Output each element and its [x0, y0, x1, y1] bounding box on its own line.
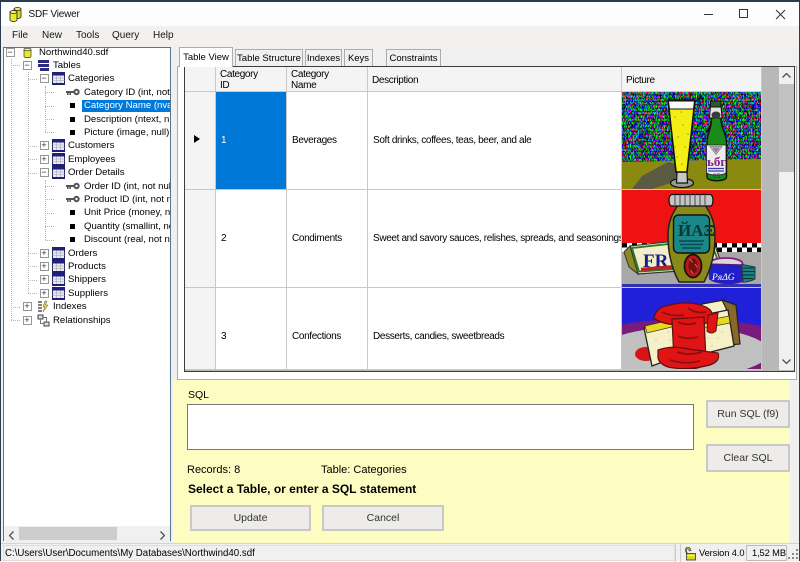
svg-text:ЙАΞ: ЙАΞ [678, 221, 715, 240]
svg-text:05: 05 [713, 173, 721, 180]
svg-text:ьбг: ьбг [707, 154, 726, 169]
svg-text:PяΔG: PяΔG [711, 273, 735, 283]
